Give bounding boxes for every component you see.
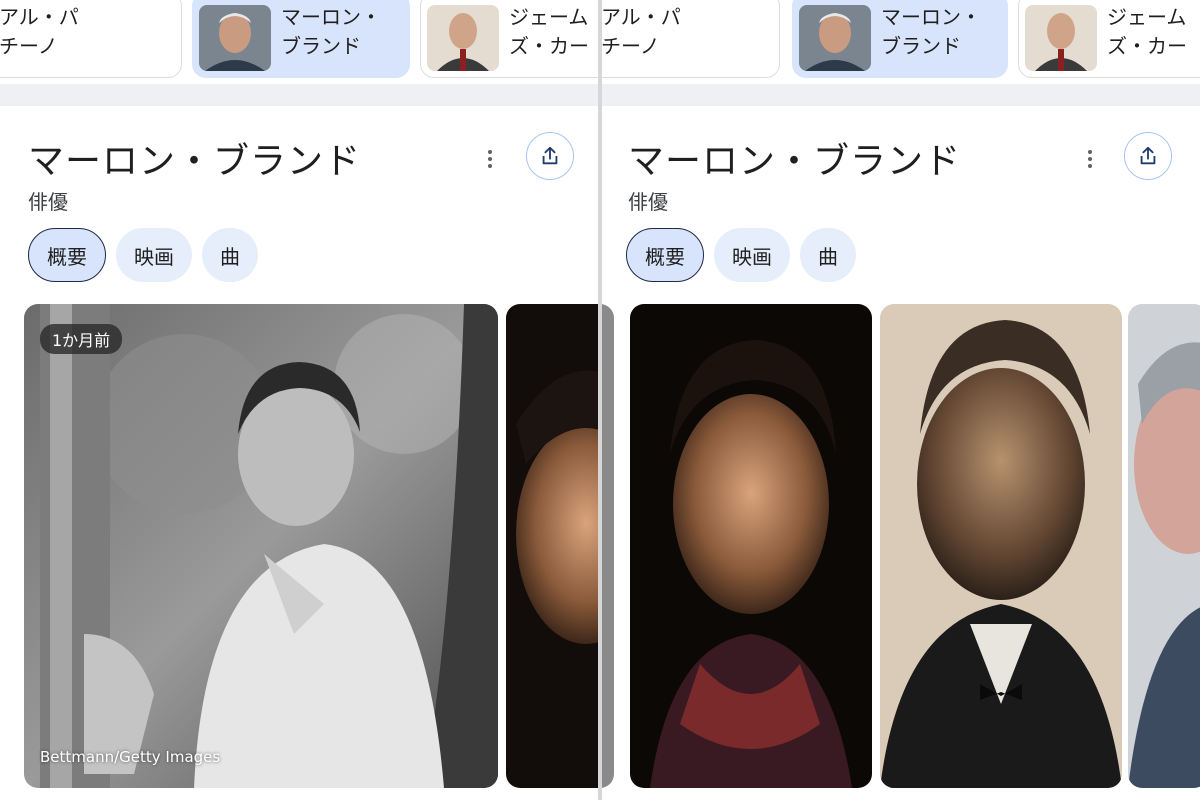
photo-bw-portrait-partial[interactable]	[602, 304, 614, 788]
tab-movies[interactable]: 映画	[714, 228, 790, 282]
carousel-chip-label: マーロン・ ブランド	[881, 5, 981, 58]
carousel-chip-james-caan[interactable]: ジェーム ズ・カー	[420, 0, 598, 78]
marlon-brando-thumbnail	[799, 5, 871, 71]
share-icon	[542, 146, 558, 165]
entity-description: 俳優	[28, 190, 68, 214]
more-vert-icon[interactable]	[1080, 140, 1100, 176]
entity-tabs: 概要 映画 曲	[28, 228, 258, 282]
tab-songs[interactable]: 曲	[800, 228, 856, 282]
entity-title: マーロン・ブランド	[28, 141, 362, 182]
carousel-chip-label: アル・パ チーノ	[602, 5, 681, 58]
carousel-chip-al-pacino[interactable]: アル・パ チーノ	[602, 0, 780, 78]
carousel-chip-label: ジェーム ズ・カー	[509, 5, 589, 58]
more-vert-icon[interactable]	[480, 140, 500, 176]
carousel-chip-label: ジェーム ズ・カー	[1107, 5, 1187, 58]
marlon-brando-thumbnail	[199, 5, 271, 71]
carousel-chip-marlon-brando[interactable]: マーロン・ ブランド	[192, 0, 410, 78]
photo-elderly-portrait-partial[interactable]	[1128, 304, 1200, 788]
tab-overview[interactable]: 概要	[28, 228, 106, 282]
timestamp-badge: 1か月前	[40, 324, 123, 354]
related-people-carousel: アル・パ チーノ マーロン・ ブランド ジェーム ズ・カー	[602, 0, 1200, 84]
carousel-chip-marlon-brando[interactable]: マーロン・ ブランド	[792, 0, 1008, 78]
photo-godfather-portrait[interactable]	[880, 304, 1122, 788]
share-icon	[1140, 146, 1156, 165]
related-people-carousel: アル・パ チーノ マーロン・ ブランド ジェーム ズ・カー	[0, 0, 598, 84]
entity-tabs: 概要 映画 曲	[626, 228, 856, 282]
carousel-chip-label: マーロン・ ブランド	[281, 5, 381, 58]
photo-bw-portrait[interactable]: 1か月前 Bettmann/Getty Images	[24, 304, 498, 788]
tab-songs[interactable]: 曲	[202, 228, 258, 282]
left-pane: アル・パ チーノ マーロン・ ブランド ジェーム ズ・カー マーロン・ブランド …	[0, 0, 598, 800]
tab-movies[interactable]: 映画	[116, 228, 192, 282]
section-separator	[602, 84, 1200, 106]
carousel-chip-al-pacino[interactable]: アル・パ チーノ	[0, 0, 182, 78]
tab-overview[interactable]: 概要	[626, 228, 704, 282]
photo-credit: Bettmann/Getty Images	[40, 748, 221, 766]
entity-description: 俳優	[628, 190, 668, 214]
share-button[interactable]	[1124, 132, 1172, 180]
entity-title: マーロン・ブランド	[628, 141, 962, 182]
james-caan-thumbnail	[1025, 5, 1097, 71]
carousel-chip-james-caan[interactable]: ジェーム ズ・カー	[1018, 0, 1200, 78]
right-pane: アル・パ チーノ マーロン・ ブランド ジェーム ズ・カー マーロン・ブランド …	[602, 0, 1200, 800]
share-button[interactable]	[526, 132, 574, 180]
carousel-chip-label: アル・パ チーノ	[0, 5, 79, 58]
photo-color-portrait-partial[interactable]	[506, 304, 598, 788]
section-separator	[0, 84, 598, 106]
photo-color-portrait[interactable]	[630, 304, 872, 788]
james-caan-thumbnail	[427, 5, 499, 71]
